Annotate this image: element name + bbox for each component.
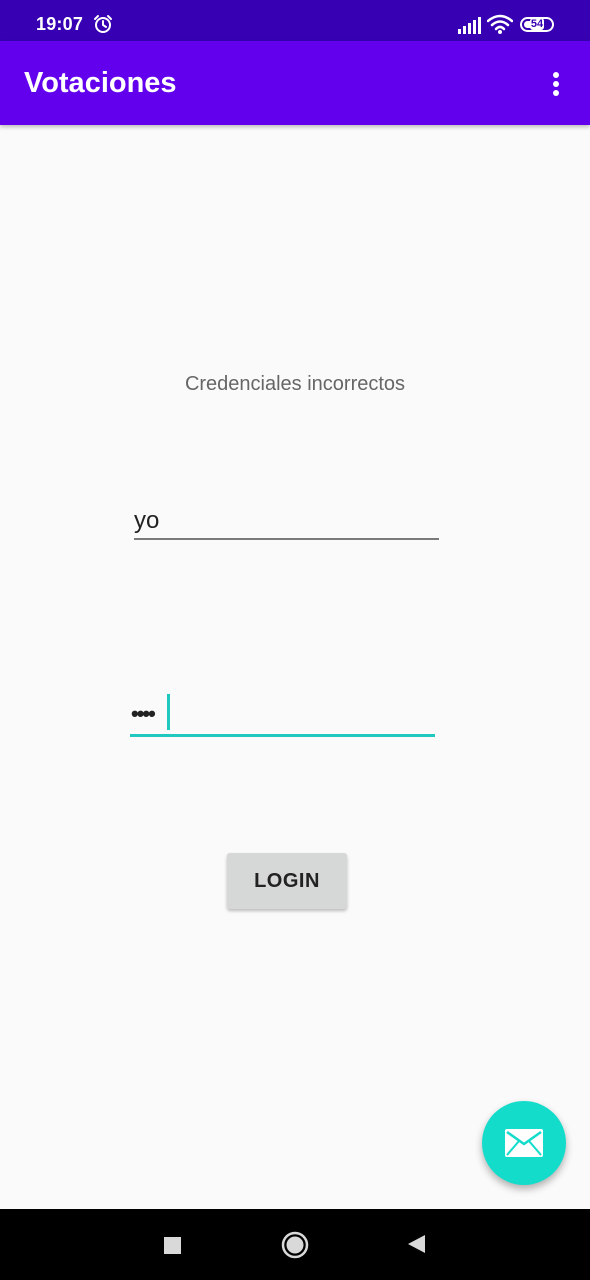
signal-icon xyxy=(458,17,481,34)
back-icon[interactable] xyxy=(405,1233,427,1255)
app-title: Votaciones xyxy=(24,67,177,99)
error-message: Credenciales incorrectos xyxy=(184,373,406,395)
username-value: yo xyxy=(134,507,160,534)
wifi-icon xyxy=(487,14,513,34)
username-input[interactable]: yo xyxy=(134,505,439,540)
password-value: •••• xyxy=(131,701,156,726)
navigation-bar xyxy=(0,1209,590,1280)
mail-icon xyxy=(505,1129,543,1157)
alarm-icon xyxy=(94,15,112,33)
home-icon[interactable] xyxy=(281,1231,309,1259)
status-time: 19:07 xyxy=(36,14,84,34)
status-bar: 19:07 54 xyxy=(0,0,590,41)
app-bar: Votaciones xyxy=(0,41,590,125)
login-button[interactable]: LOGIN xyxy=(227,853,347,909)
text-cursor xyxy=(167,694,170,730)
battery-icon: 54 xyxy=(520,17,554,32)
password-input[interactable]: •••• xyxy=(130,693,435,737)
mail-fab-button[interactable] xyxy=(482,1101,566,1185)
battery-level: 54 xyxy=(529,18,545,30)
recents-icon[interactable] xyxy=(164,1237,181,1254)
overflow-menu-icon[interactable] xyxy=(540,63,574,103)
